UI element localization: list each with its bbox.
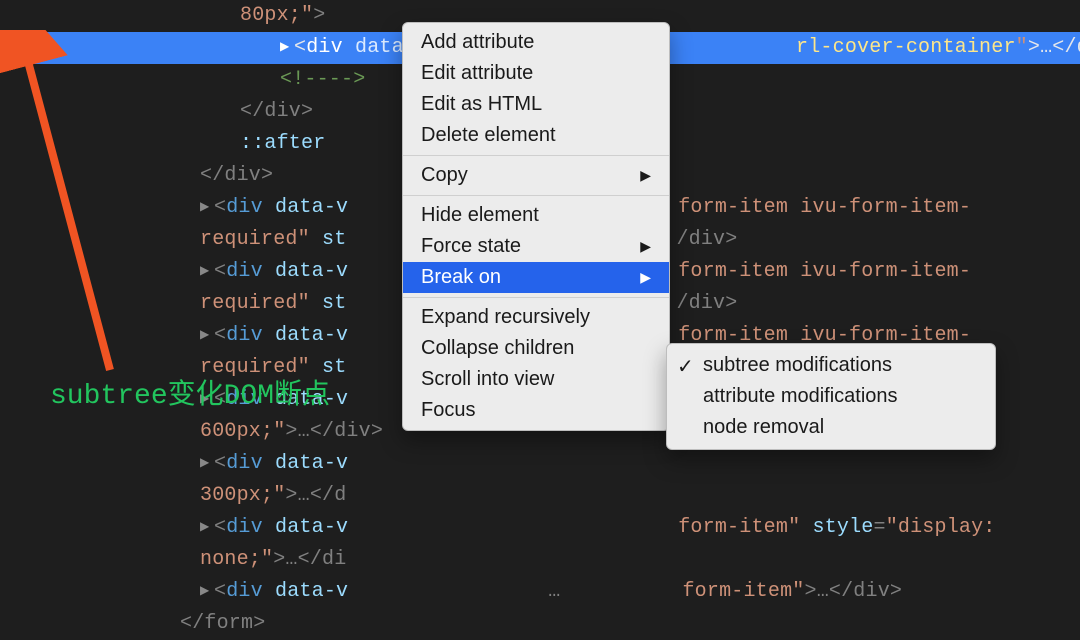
ctx-edit-as-html[interactable]: Edit as HTML <box>403 89 669 120</box>
checkmark-icon: ✓ <box>677 354 694 379</box>
annotation-label: subtree变化DOM断点 <box>50 372 330 412</box>
code-line[interactable]: ▶<div data-vform-item" style="display: <box>0 512 1080 544</box>
submenu-triangle-icon: ▶ <box>640 167 651 184</box>
ctx-add-attribute[interactable]: Add attribute <box>403 27 669 58</box>
ctx-focus[interactable]: Focus <box>403 395 669 426</box>
ctx-break-on[interactable]: Break on▶ <box>403 262 669 293</box>
submenu-triangle-icon: ▶ <box>640 238 651 255</box>
break-on-submenu[interactable]: ✓ subtree modifications attribute modifi… <box>666 343 996 450</box>
expand-triangle-icon[interactable]: ▶ <box>200 198 214 217</box>
menu-separator <box>403 195 669 196</box>
expand-triangle-icon[interactable]: ▶ <box>200 582 214 601</box>
ctx-edit-attribute[interactable]: Edit attribute <box>403 58 669 89</box>
code-line[interactable]: ▶<div data-v… form-item">…</div> <box>0 576 1080 608</box>
submenu-subtree-modifications[interactable]: ✓ subtree modifications <box>667 350 995 381</box>
ctx-hide-element[interactable]: Hide element <box>403 200 669 231</box>
breakpoint-marker[interactable] <box>12 41 26 55</box>
code-line: none;">…</di <box>0 544 1080 576</box>
submenu-attribute-modifications[interactable]: attribute modifications <box>667 381 995 412</box>
ctx-force-state[interactable]: Force state▶ <box>403 231 669 262</box>
submenu-node-removal[interactable]: node removal <box>667 412 995 443</box>
context-menu[interactable]: Add attribute Edit attribute Edit as HTM… <box>402 22 670 431</box>
expand-triangle-icon[interactable]: ▶ <box>280 38 294 57</box>
expand-triangle-icon[interactable]: ▶ <box>200 454 214 473</box>
code-line: </form> <box>0 608 1080 640</box>
menu-separator <box>403 297 669 298</box>
code-line[interactable]: ▶<div data-v <box>0 448 1080 480</box>
ctx-copy[interactable]: Copy▶ <box>403 160 669 191</box>
ctx-collapse-children[interactable]: Collapse children <box>403 333 669 364</box>
ctx-expand-recursively[interactable]: Expand recursively <box>403 302 669 333</box>
code-line: 300px;">…</d <box>0 480 1080 512</box>
menu-separator <box>403 155 669 156</box>
ctx-scroll-into-view[interactable]: Scroll into view <box>403 364 669 395</box>
submenu-triangle-icon: ▶ <box>640 269 651 286</box>
expand-triangle-icon[interactable]: ▶ <box>200 326 214 345</box>
expand-triangle-icon[interactable]: ▶ <box>200 518 214 537</box>
expand-triangle-icon[interactable]: ▶ <box>200 262 214 281</box>
ctx-delete-element[interactable]: Delete element <box>403 120 669 151</box>
